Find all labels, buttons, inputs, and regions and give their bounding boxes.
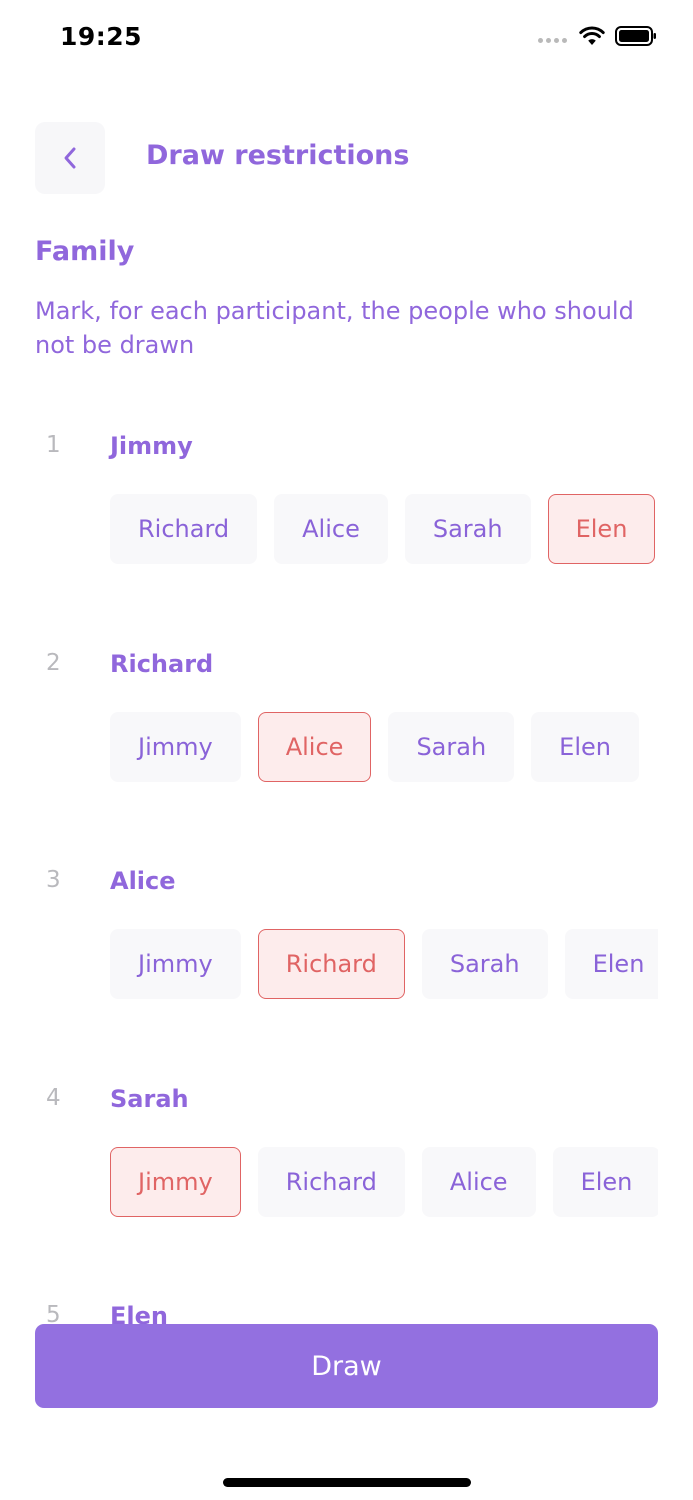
exclusion-chip[interactable]: Jimmy [110, 1146, 241, 1217]
exclusion-chip[interactable]: Sarah [388, 711, 515, 782]
exclusion-chip[interactable]: Jimmy [110, 711, 241, 782]
group-title: Family [35, 236, 135, 267]
exclusion-chip[interactable]: Jimmy [110, 929, 241, 999]
participant-index: 1 [46, 432, 61, 458]
draw-button[interactable]: Draw [35, 1324, 658, 1408]
exclusion-chip[interactable]: Elen [547, 494, 656, 564]
exclusion-chip[interactable]: Richard [257, 929, 405, 999]
back-button[interactable] [35, 122, 105, 194]
participant-index: 4 [46, 1084, 61, 1111]
exclusion-chip[interactable]: Alice [274, 494, 388, 564]
exclusion-chip[interactable]: Sarah [404, 494, 531, 564]
exclusion-options[interactable]: Jimmy Richard Sarah Elen [110, 929, 658, 1001]
exclusion-chip[interactable]: Elen [552, 1146, 658, 1217]
participants-list[interactable]: 1 Jimmy Richard Alice Sarah Elen 2 Richard Jimmy… [0, 0, 693, 1330]
participant-name: Jimmy [110, 432, 193, 460]
participant-index: 3 [46, 867, 61, 893]
exclusion-options[interactable]: Jimmy Alice Sarah Elen [110, 711, 658, 784]
participant-name: Alice [110, 867, 176, 895]
exclusion-chip[interactable]: Alice [421, 1146, 536, 1217]
exclusion-chip[interactable]: Richard [110, 494, 258, 564]
exclusion-options[interactable]: Richard Alice Sarah Elen [110, 494, 658, 566]
exclusion-chip[interactable]: Sarah [421, 929, 548, 999]
participant-name: Richard [110, 649, 214, 678]
exclusion-chip[interactable]: Elen [564, 929, 658, 999]
chevron-left-icon [64, 147, 76, 169]
participant-index: 2 [46, 649, 61, 676]
exclusion-chip[interactable]: Elen [531, 711, 639, 782]
exclusion-options[interactable]: Jimmy Richard Alice Elen [110, 1146, 658, 1219]
page-title: Draw restrictions [146, 140, 410, 171]
participant-name: Sarah [110, 1084, 189, 1113]
instructions-text: Mark, for each participant, the people w… [35, 297, 634, 359]
exclusion-chip[interactable]: Richard [257, 1146, 405, 1217]
exclusion-chip[interactable]: Alice [257, 711, 372, 782]
home-indicator [223, 1478, 471, 1487]
